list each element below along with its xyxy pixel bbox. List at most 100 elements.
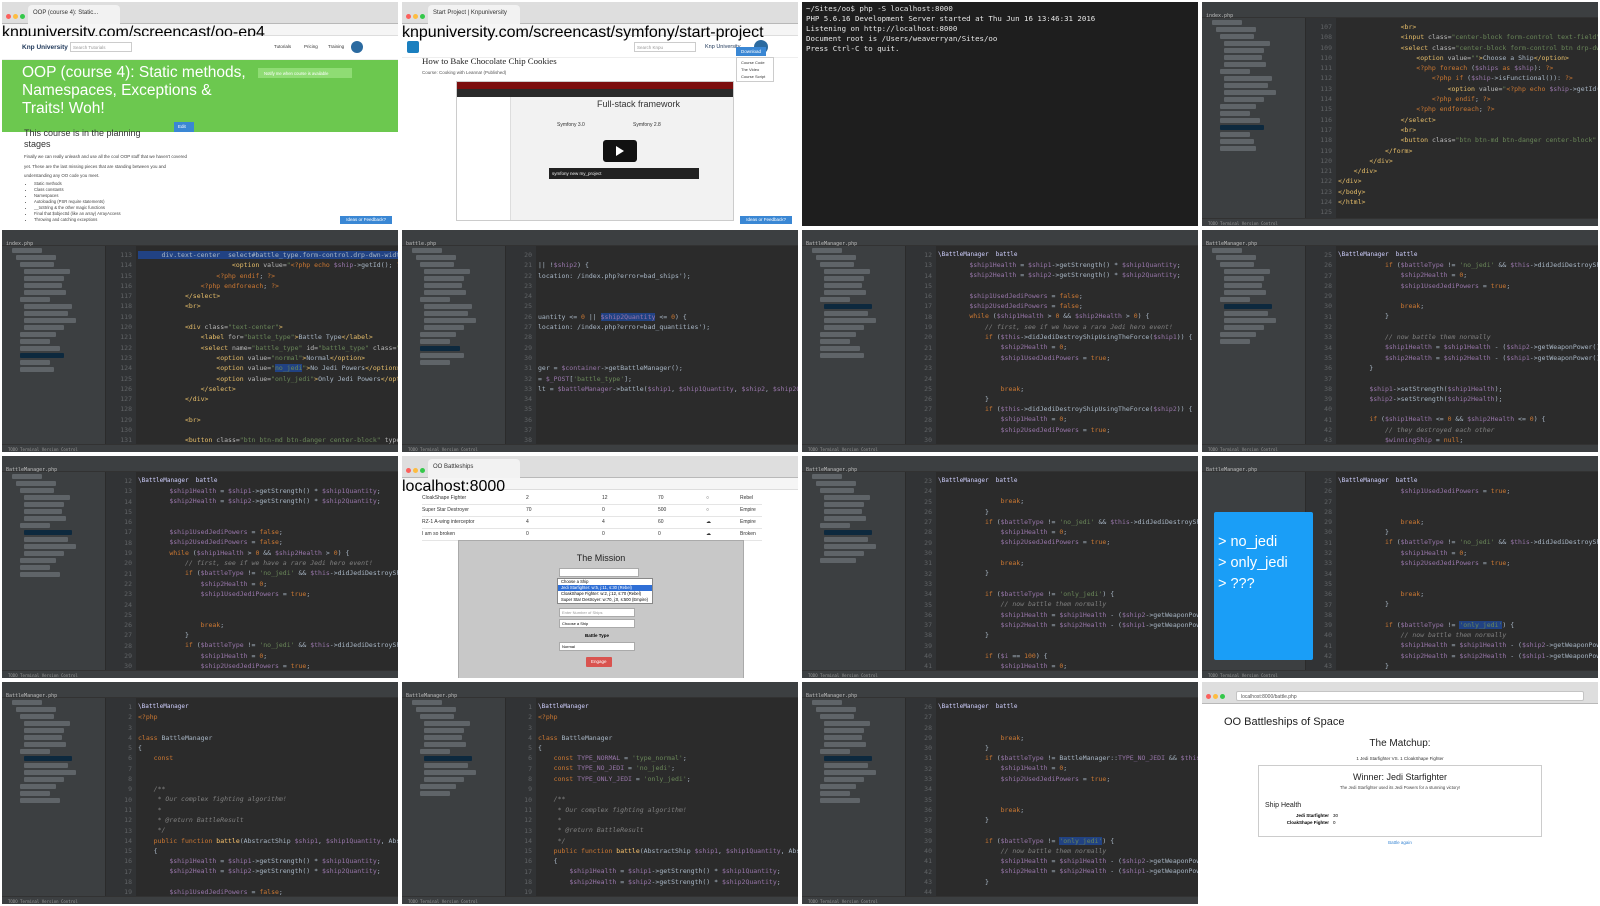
status-bar: TODO Terminal Version Control <box>1202 670 1598 678</box>
code-editor[interactable]: \BattleManager battle $ship1Health = $sh… <box>938 246 1198 444</box>
health-heading: Ship Health <box>1265 802 1302 809</box>
battle-type-label: Battle Type <box>585 633 609 638</box>
install-command: symfony new my_project <box>549 168 699 179</box>
tile-battle-result: localhost:8000/battle.php OO Battleships… <box>1200 680 1600 906</box>
ship-health: 0 <box>1333 820 1336 825</box>
callout-item: > only_jedi <box>1218 555 1288 571</box>
code-editor[interactable]: \BattleManager battle if ($battleType !=… <box>1338 246 1598 444</box>
browser-chrome: Start Project | Knpuniversity <box>402 2 798 24</box>
browser-chrome: OO Battleships <box>402 456 798 478</box>
status-bar: TODO Terminal Version Control <box>2 670 398 678</box>
quantity-input[interactable] <box>559 568 639 577</box>
sf3-label: Symfony 3.0 <box>557 122 585 128</box>
mission-panel: The Mission Choose a Ship Jedi Starfight… <box>458 540 744 678</box>
menu-icon[interactable] <box>407 41 419 53</box>
battle-types-callout: > no_jedi > only_jedi > ??? <box>1214 512 1313 660</box>
callout-item: > no_jedi <box>1218 534 1278 550</box>
battle-again-link[interactable]: Battle again <box>1202 840 1598 845</box>
result-panel: Winner: Jedi Starfighter The Jedi Starfi… <box>1258 765 1542 837</box>
tile-ide-battle-php: battle.php 20 21 22 23 24 25 26 27 28 29 30 31 32 33 3… <box>400 228 800 454</box>
code-editor[interactable]: \BattleManager battle break; } if ($batt… <box>938 472 1198 670</box>
tile-ide-battlemanager-2: BattleManager.php 25 26 27 28 29 30 31 32 33 34 35… <box>1200 228 1600 454</box>
feedback-button[interactable]: Ideas or Feedback? <box>340 216 392 224</box>
project-tree <box>1202 246 1306 444</box>
table-row: Super Star Destroyer 70 0 500 ○ Empire <box>422 504 762 516</box>
nav-pricing[interactable]: Pricing <box>304 44 318 49</box>
status-bar: TODO Terminal Version Control <box>802 670 1198 678</box>
code-editor[interactable]: div.text-center select#battle_type.form-… <box>138 246 398 444</box>
edit-button[interactable]: Edit <box>174 122 194 132</box>
code-editor[interactable]: \BattleManager battle $ship1Health = $sh… <box>138 472 398 670</box>
code-editor[interactable]: \BattleManager battle break; } if ($batt… <box>938 698 1198 896</box>
browser-tab[interactable]: OO Battleships <box>428 459 520 478</box>
browser-chrome: localhost:8000/battle.php <box>1202 682 1598 704</box>
search-input[interactable]: Search Knpu <box>634 42 696 52</box>
menu-item-video[interactable]: The Video <box>741 66 769 73</box>
browser-tab[interactable]: OOP (course 4): Static... <box>28 5 120 24</box>
menu-item-course-code[interactable]: Course Code <box>741 59 769 66</box>
status-bar: TODO Terminal Version Control <box>1202 218 1598 226</box>
ship-dropdown[interactable]: Choose a Ship Jedi Starfighter: w:5, j:1… <box>557 578 653 604</box>
search-input[interactable]: Search Tutorials <box>70 42 132 52</box>
tile-ide-constants-usage: BattleManager.php 26 27 28 29 30 31 32 33 34 35 36… <box>800 680 1200 906</box>
hero-banner: OOP (course 4): Static methods, Namespac… <box>2 60 398 132</box>
site-logo[interactable]: Knp University <box>22 44 68 51</box>
terminal-line: Document root is /Users/weaverryan/Sites… <box>806 34 998 43</box>
screenshot-grid: OOP (course 4): Static... knpuniversity.… <box>0 0 1600 906</box>
project-tree <box>802 472 906 670</box>
course-subtitle: Course: Cooking with Leanna! (Published) <box>422 70 507 75</box>
page-title: How to Bake Chocolate Chip Cookies <box>422 56 557 66</box>
download-menu: Course Code The Video Course Script <box>736 57 774 82</box>
project-tree <box>1202 18 1306 218</box>
feedback-button[interactable]: Ideas or Feedback? <box>740 216 792 224</box>
address-bar[interactable]: localhost:8000/battle.php <box>1236 691 1584 701</box>
battle-type-select[interactable]: Normal <box>559 642 635 651</box>
project-tree <box>802 246 906 444</box>
nav-training[interactable]: Training <box>328 44 344 49</box>
tile-course-page: OOP (course 4): Static... knpuniversity.… <box>0 0 400 228</box>
play-icon[interactable] <box>603 140 637 162</box>
code-editor[interactable]: \BattleManager <?php class BattleManager … <box>538 698 798 896</box>
menu-item-script[interactable]: Course Script <box>741 73 769 80</box>
ship-select-2[interactable]: Choose a Ship <box>559 619 635 628</box>
matchup-heading: The Matchup: <box>1369 738 1431 749</box>
planning-heading: This course is in the planning stages <box>24 128 141 149</box>
quantity-input-2[interactable]: Enter Number of Ships <box>559 608 635 617</box>
list-item: Throwing and catching exceptions <box>34 217 121 223</box>
code-editor[interactable]: <br> <input class="center-block form-con… <box>1338 18 1598 218</box>
download-button[interactable]: Download <box>736 47 767 56</box>
tile-ide-battlemanager-1: BattleManager.php 12 13 14 15 16 17 18 19 20 21 22… <box>800 228 1200 454</box>
tile-ide-html: index.php 107 108 109 110 111 112 113 114 115 116… <box>1200 0 1600 228</box>
tile-ide-battle-type: index.php 113 114 115 116 117 118 119 120 121 122… <box>0 228 400 454</box>
tile-ide-battlemanager-3: BattleManager.php 12 13 14 15 16 17 18 19 20 21 22… <box>0 454 400 680</box>
browser-chrome: OOP (course 4): Static... <box>2 2 398 24</box>
dropdown-option[interactable]: Super Star Destroyer: w:70, j:0, s:500 (… <box>558 597 652 603</box>
status-bar: TODO Terminal Version Control <box>802 444 1198 452</box>
nav-tutorials[interactable]: Tutorials <box>274 44 291 49</box>
project-tree <box>2 472 106 670</box>
terminal-line: ~/Sites/oo$ php -S localhost:8000 <box>806 4 953 13</box>
browser-tab[interactable]: Start Project | Knpuniversity <box>428 5 520 24</box>
avatar[interactable] <box>351 41 363 53</box>
matchup-text: 1 Jedi Starfighter VS. 1 CloakShape Figh… <box>1356 756 1444 761</box>
terminal-line: Listening on http://localhost:8000 <box>806 24 958 33</box>
table-row: CloakShape Fighter 2 12 70 ○ Rebel <box>422 492 762 504</box>
status-bar: TODO Terminal Version Control <box>402 444 798 452</box>
tile-ide-battlemanager-4: BattleManager.php 23 24 25 26 27 28 29 30 31 32 33… <box>800 454 1200 680</box>
engage-button[interactable]: Engage <box>586 657 612 667</box>
status-bar: TODO Terminal Version Control <box>402 896 798 904</box>
course-description: Finally we can really unleash and use al… <box>24 154 187 178</box>
project-tree <box>2 698 106 896</box>
status-bar: TODO Terminal Version Control <box>1202 444 1598 452</box>
code-editor[interactable]: \BattleManager <?php class BattleManager … <box>138 698 398 896</box>
table-row: RZ-1 A-wing interceptor 4 4 60 ☁ Empire <box>422 516 762 528</box>
table-row: I am so broken 0 0 0 ☁ Broken <box>422 528 762 540</box>
tile-terminal: ~/Sites/oo$ php -S localhost:8000 PHP 5.6… <box>800 0 1200 228</box>
code-editor[interactable]: \BattleManager battle $ship1UsedJediPowe… <box>1338 472 1598 670</box>
code-editor[interactable]: || !$ship2) { location: /index.php?error… <box>538 246 798 444</box>
video-player[interactable]: Full-stack framework Symfony 3.0 Symfony… <box>456 81 734 221</box>
page-title: OO Battleships of Space <box>1224 716 1345 728</box>
winner-text: Winner: Jedi Starfighter <box>1352 772 1448 782</box>
terminal-line: Press Ctrl-C to quit. <box>806 44 900 53</box>
notify-button[interactable]: Notify me when course is available <box>258 68 352 78</box>
